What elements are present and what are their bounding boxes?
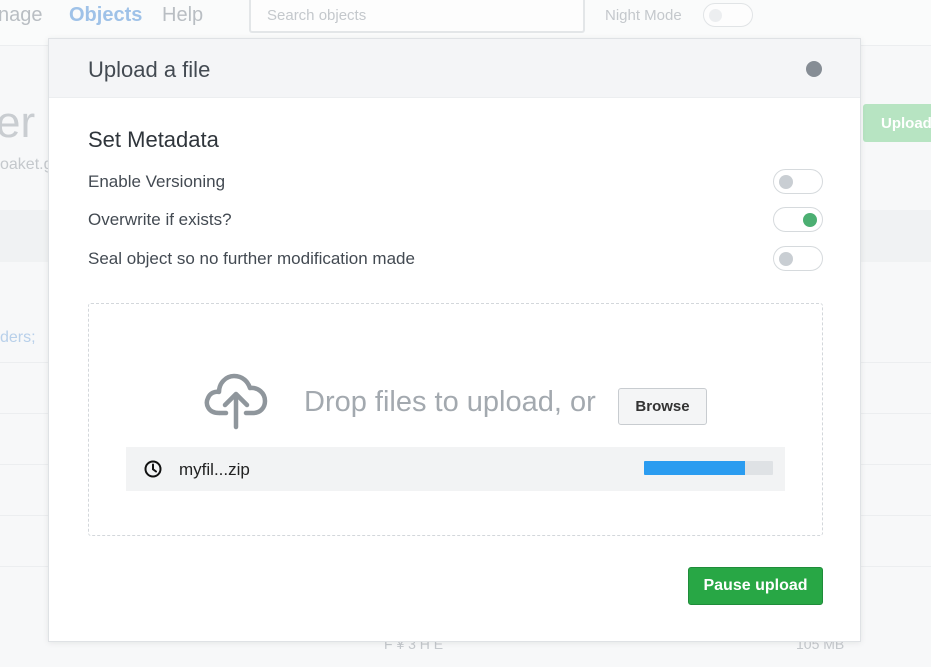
night-mode-label: Night Mode xyxy=(605,7,682,24)
modal-header: Upload a file xyxy=(49,39,860,98)
toggle-knob xyxy=(779,252,793,266)
dropzone-text: Drop files to upload, or xyxy=(304,386,596,418)
pause-upload-button[interactable]: Pause upload xyxy=(688,567,823,605)
cloud-upload-icon xyxy=(204,373,268,430)
option-label: Seal object so no further modification m… xyxy=(88,249,415,268)
breadcrumb-link[interactable]: ders; xyxy=(0,329,36,347)
file-name: myfil...zip xyxy=(179,460,250,479)
option-enable-versioning: Enable Versioning xyxy=(88,169,823,195)
clock-icon xyxy=(144,460,162,478)
option-label: Overwrite if exists? xyxy=(88,210,232,229)
upload-modal: Upload a file Set Metadata Enable Versio… xyxy=(48,38,861,642)
option-seal-object: Seal object so no further modification m… xyxy=(88,246,823,272)
page-title: er xyxy=(0,98,36,147)
toggle-knob xyxy=(803,213,817,227)
toggle-knob xyxy=(779,175,793,189)
modal-title: Upload a file xyxy=(88,57,211,82)
option-label: Enable Versioning xyxy=(88,172,226,191)
seal-toggle[interactable] xyxy=(773,246,823,271)
nav-help-link[interactable]: Help xyxy=(162,4,203,27)
progress-fill xyxy=(644,461,745,475)
upload-button[interactable]: Upload xyxy=(863,104,931,142)
upload-progress-bar xyxy=(644,461,773,475)
night-mode-toggle[interactable] xyxy=(703,3,753,27)
nav-manage-link[interactable]: nage xyxy=(0,4,43,27)
browse-button[interactable]: Browse xyxy=(618,388,707,425)
file-dropzone[interactable]: Drop files to upload, or Browse myfil...… xyxy=(88,303,823,536)
search-input[interactable]: Search objects xyxy=(249,0,585,33)
overwrite-toggle[interactable] xyxy=(773,207,823,232)
option-overwrite: Overwrite if exists? xyxy=(88,207,823,233)
close-icon[interactable] xyxy=(806,61,822,77)
nav-objects-link[interactable]: Objects xyxy=(69,4,142,27)
upload-file-row: myfil...zip xyxy=(126,447,785,491)
section-title: Set Metadata xyxy=(88,127,219,152)
page-subtitle: oaket.g xyxy=(0,156,53,173)
versioning-toggle[interactable] xyxy=(773,169,823,194)
